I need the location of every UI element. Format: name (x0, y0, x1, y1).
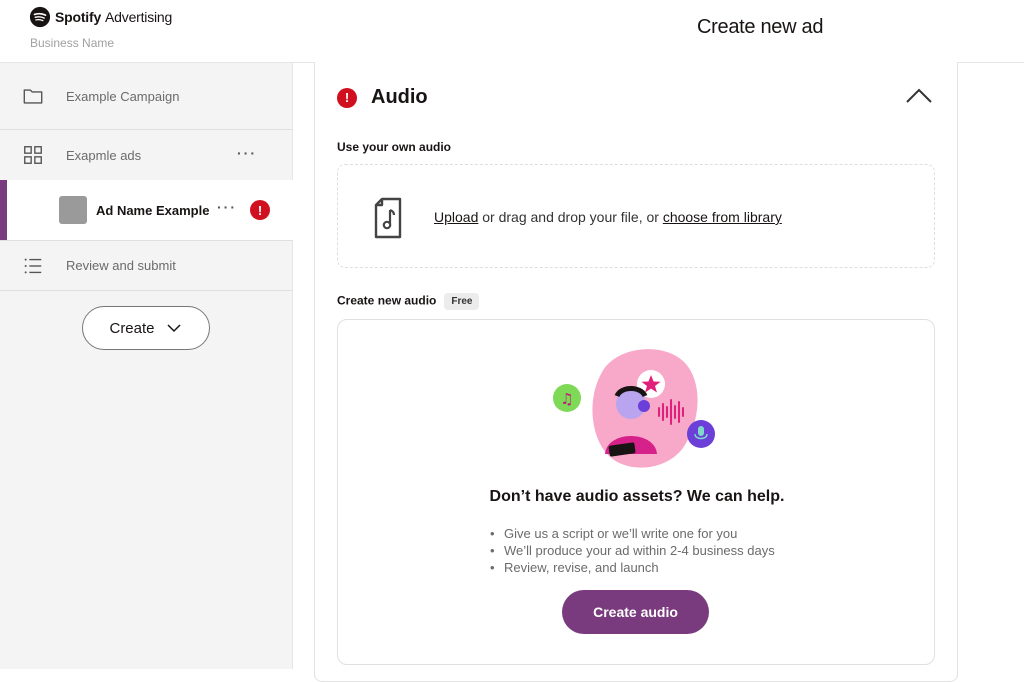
help-item: We’ll produce your ad within 2-4 busines… (490, 542, 775, 559)
top-header: Spotify Advertising Business Name Create… (0, 0, 1024, 63)
sidebar-item-review[interactable]: Review and submit (0, 240, 293, 291)
audio-file-icon (374, 197, 402, 239)
sidebar-item-label: Example Campaign (66, 88, 180, 104)
sidebar-item-label: Review and submit (66, 258, 176, 273)
audio-section-header: ! Audio (337, 86, 428, 109)
sidebar-item-ads[interactable]: Exapmle ads ··· (0, 129, 293, 180)
audio-production-illustration: ♫ (553, 349, 715, 468)
sidebar: Example Campaign Exapmle ads ··· Ad Name… (0, 63, 293, 669)
help-item: Review, revise, and launch (490, 559, 775, 576)
spotify-logo-icon (29, 6, 51, 28)
sidebar-item-ad-name[interactable]: Ad Name Example ··· ! (0, 180, 293, 240)
more-options-icon[interactable]: ··· (237, 145, 257, 161)
business-name: Business Name (30, 36, 115, 50)
list-icon (24, 258, 42, 274)
upload-dropzone[interactable]: Upload or drag and drop your file, or ch… (337, 164, 935, 268)
upload-instructions: Upload or drag and drop your file, or ch… (434, 209, 782, 225)
help-list: Give us a script or we’ll write one for … (490, 525, 775, 576)
page-title: Create new ad (697, 16, 824, 38)
active-indicator (0, 180, 7, 240)
error-icon: ! (337, 87, 357, 108)
svg-text:♫: ♫ (560, 390, 573, 408)
grid-icon (24, 146, 42, 164)
use-own-audio-label: Use your own audio (337, 140, 452, 154)
brand-product: Advertising (105, 9, 173, 25)
folder-icon (23, 89, 43, 104)
create-audio-panel: ♫ Don’t have audio assets? We can help. (337, 319, 935, 665)
help-title: Don’t have audio assets? We can help. (489, 488, 785, 505)
sidebar-item-label: Exapmle ads (66, 147, 142, 163)
create-button-label: Create (109, 319, 155, 337)
sidebar-item-campaign[interactable]: Example Campaign (0, 63, 293, 129)
brand-name: Spotify (55, 9, 102, 25)
audio-section-card: ! Audio Use your own audio Upload or dra… (314, 62, 958, 682)
error-icon: ! (250, 200, 270, 220)
sidebar-item-label: Ad Name Example (96, 202, 210, 218)
upload-middle-text: or drag and drop your file, or (478, 209, 663, 225)
help-item: Give us a script or we’ll write one for … (490, 525, 775, 542)
create-button[interactable]: Create (82, 306, 210, 350)
create-audio-button[interactable]: Create audio (562, 590, 709, 634)
ad-thumbnail (59, 196, 87, 224)
section-title: Audio (371, 86, 428, 108)
chevron-down-icon (166, 324, 181, 333)
upload-link[interactable]: Upload (434, 209, 478, 225)
spotify-advertising-logo[interactable]: Spotify Advertising (29, 6, 172, 28)
more-options-icon[interactable]: ··· (217, 199, 237, 215)
chevron-up-icon[interactable] (905, 86, 933, 106)
free-badge: Free (444, 293, 480, 310)
choose-library-link[interactable]: choose from library (663, 209, 782, 225)
create-new-audio-label: Create new audio Free (337, 293, 480, 310)
create-new-audio-text: Create new audio (337, 293, 437, 308)
